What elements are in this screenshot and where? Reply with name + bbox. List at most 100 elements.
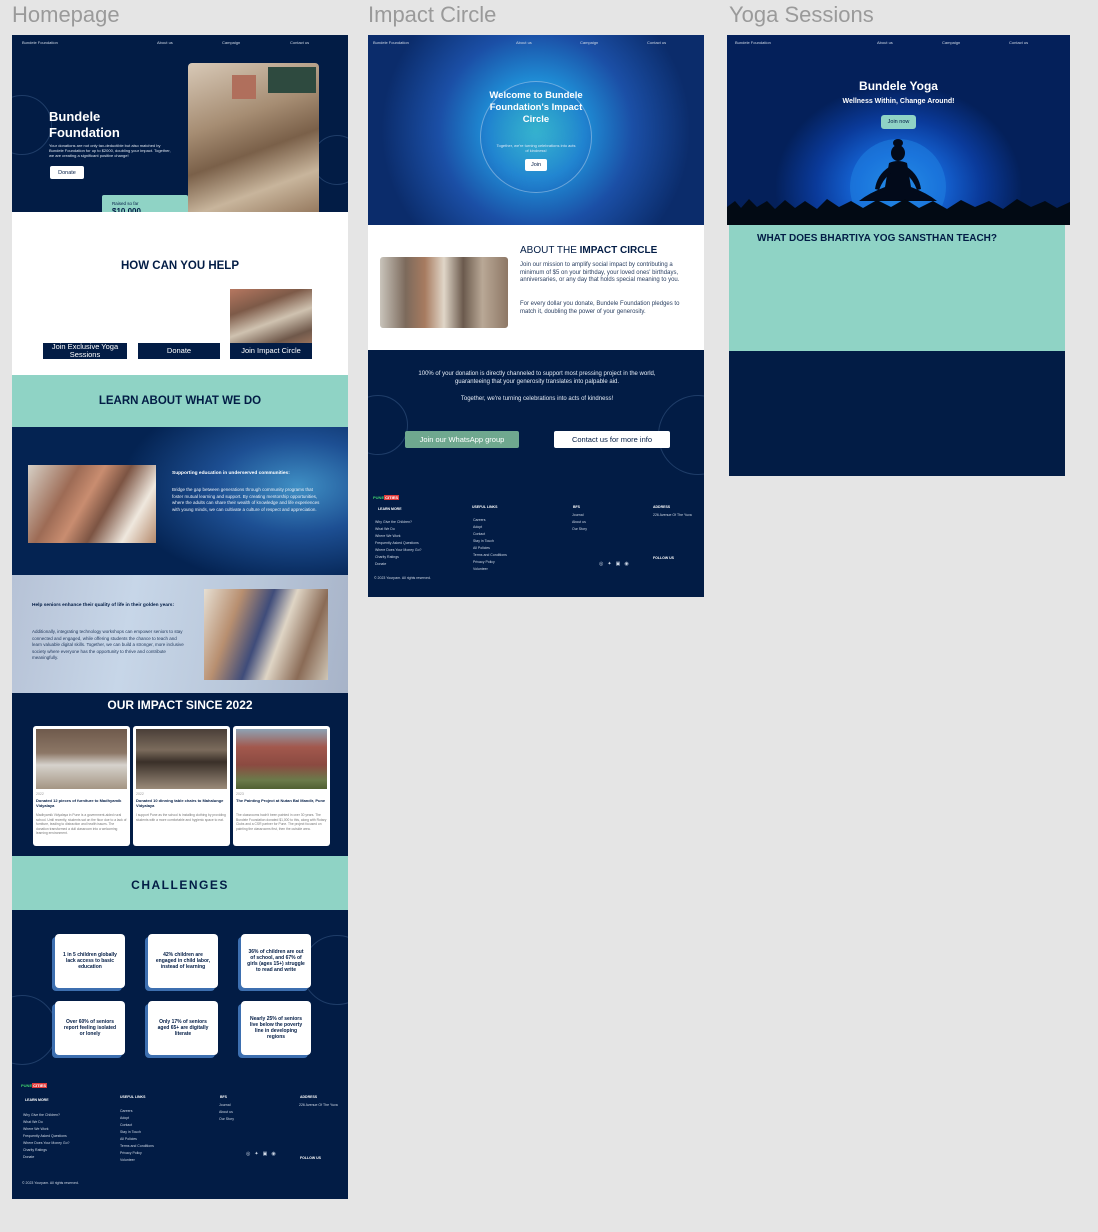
footer: PUNECITIES LEARN MORE Why Give the Child… [12, 1079, 348, 1199]
footer-bfs-heading: BFS [573, 505, 580, 509]
frame-label-impact-circle: Impact Circle [368, 2, 497, 27]
footer-link[interactable]: Journal [219, 1103, 230, 1107]
frame-label-yoga-sessions: Yoga Sessions [729, 2, 874, 27]
footer-link[interactable]: Where We Work [375, 534, 401, 538]
challenge-card: Only 17% of seniors aged 65+ are digital… [148, 1001, 218, 1055]
join-impact-circle-button[interactable]: Join Impact Circle [230, 343, 312, 359]
footer-link[interactable]: Privacy Policy [473, 560, 495, 564]
impact-card[interactable]: 2022 Donated 12 pieces of furniture to M… [33, 726, 130, 846]
hero-classroom-photo [188, 63, 319, 221]
footer-link[interactable]: Charity Ratings [375, 555, 399, 559]
twitter-icon[interactable]: ✦ [607, 561, 615, 567]
footer-social-icons: ◎✦▣◉ [246, 1151, 280, 1157]
footer-link[interactable]: Adopt [473, 525, 482, 529]
footer-link[interactable]: Contact [120, 1123, 132, 1127]
footer-link[interactable]: Where We Work [23, 1127, 49, 1131]
nav-about[interactable]: About us [877, 40, 893, 45]
footer-logo-red: CITIES [32, 1083, 48, 1088]
join-impact-label: Join Impact Circle [241, 346, 301, 355]
footer-link[interactable]: Privacy Policy [120, 1151, 142, 1155]
nav-campaign[interactable]: Campaign [942, 40, 960, 45]
footer-logo-green: PUNE [21, 1083, 33, 1088]
education-title: Supporting education in underserved comm… [172, 471, 290, 476]
footer-link[interactable]: Contact [473, 532, 485, 536]
footer-link[interactable]: Donate [23, 1155, 34, 1159]
challenge-card: 36% of children are out of school, and 6… [241, 934, 311, 988]
footer-link[interactable]: About us [572, 520, 586, 524]
footer-link[interactable]: Charity Ratings [23, 1148, 47, 1152]
nav-contact[interactable]: Contact us [647, 40, 666, 45]
footer-link[interactable]: Frequently Asked Questions [375, 541, 419, 545]
footer-link[interactable]: What We Do [23, 1120, 43, 1124]
footer-link[interactable]: Our Story [572, 527, 587, 531]
impact-card-text: Madhyamik Vidyalaya in Pune is a governm… [36, 813, 127, 835]
footer-link[interactable]: Careers [473, 518, 485, 522]
facebook-icon[interactable]: ◉ [271, 1151, 279, 1157]
footer-link[interactable]: Careers [120, 1109, 132, 1113]
footer-link[interactable]: Our Story [219, 1117, 234, 1121]
footer-link[interactable]: Stay in Touch [120, 1130, 141, 1134]
footer-link[interactable]: Adopt [120, 1116, 129, 1120]
join-yoga-button[interactable]: Join Exclusive Yoga Sessions [43, 343, 127, 359]
challenge-text: 42% children are engaged in child labor,… [155, 952, 211, 970]
nav-brand[interactable]: Bundele Foundation [22, 40, 58, 45]
join-yoga-label: Join Exclusive Yoga Sessions [51, 342, 119, 359]
footer-link[interactable]: Frequently Asked Questions [23, 1134, 67, 1138]
footer-link[interactable]: Why Give the Children? [23, 1113, 60, 1117]
impact-hero: Bundele Foundation About us Campaign Con… [368, 35, 704, 225]
facebook-icon[interactable]: ◉ [624, 561, 632, 567]
impact-card-title: The Painting Project at Nutan Bal Mandir… [236, 798, 326, 803]
impact-join-button[interactable]: Join [525, 159, 547, 171]
hero-text: Your donations are not only tax-deductib… [49, 143, 171, 159]
impact-card[interactable]: 2023 The Painting Project at Nutan Bal M… [233, 726, 330, 846]
footer-link[interactable]: All Policies [120, 1137, 137, 1141]
footer-link[interactable]: Terms and Conditions [120, 1144, 154, 1148]
seniors-text: Additionally, integrating technology wor… [32, 629, 184, 661]
nav-campaign[interactable]: Campaign [222, 40, 240, 45]
footer-link[interactable]: About us [219, 1110, 233, 1114]
footer: PUNECITIES LEARN MORE Why Give the Child… [368, 493, 704, 597]
top-nav: Bundele Foundation About us Campaign Con… [368, 35, 704, 49]
footer-link[interactable]: Why Give the Children? [375, 520, 412, 524]
about-impact-p1: Join our mission to amplify social impac… [520, 262, 680, 284]
nav-contact[interactable]: Contact us [290, 40, 309, 45]
footer-logo-green: PUNE [373, 495, 385, 500]
footer-link[interactable]: All Policies [473, 546, 490, 550]
about-impact-section: ABOUT THE IMPACT CIRCLE Join our mission… [368, 225, 704, 350]
nav-campaign[interactable]: Campaign [580, 40, 598, 45]
education-text: Bridge the gap between generations throu… [172, 487, 320, 512]
learn-title: LEARN ABOUT WHAT WE DO [98, 395, 262, 407]
twitter-icon[interactable]: ✦ [254, 1151, 262, 1157]
footer-link[interactable]: Volunteer [120, 1158, 135, 1162]
help-title: HOW CAN YOU HELP [121, 260, 239, 272]
footer-link[interactable]: Journal [572, 513, 583, 517]
nav-brand[interactable]: Bundele Foundation [373, 40, 409, 45]
footer-link[interactable]: Stay in Touch [473, 539, 494, 543]
impact-title: OUR IMPACT SINCE 2022 [107, 698, 253, 712]
help-section: HOW CAN YOU HELP Join Exclusive Yoga Ses… [12, 212, 348, 375]
footer-copyright: © 2023 Yourpam. All rights reserved. [374, 576, 431, 580]
whatsapp-group-button[interactable]: Join our WhatsApp group [405, 431, 519, 448]
contact-more-button[interactable]: Contact us for more info [554, 431, 670, 448]
decor-ring [368, 395, 408, 455]
footer-link[interactable]: What We Do [375, 527, 395, 531]
footer-link[interactable]: Where Does Your Money Go? [375, 548, 422, 552]
footer-link[interactable]: Where Does Your Money Go? [23, 1141, 70, 1145]
nav-brand[interactable]: Bundele Foundation [735, 40, 771, 45]
footer-useful-heading: USEFUL LINKS [472, 505, 498, 509]
help-donate-button[interactable]: Donate [138, 343, 220, 359]
footer-link[interactable]: Donate [375, 562, 386, 566]
instagram-icon[interactable]: ▣ [616, 561, 625, 567]
nav-about[interactable]: About us [516, 40, 532, 45]
about-impact-p2: For every dollar you donate, Bundele Fou… [520, 301, 680, 315]
footer-bfs-heading: BFS [220, 1095, 227, 1099]
footer-link[interactable]: Terms and Conditions [473, 553, 507, 557]
yoga-join-now-button[interactable]: Join now [881, 115, 916, 129]
nav-contact[interactable]: Contact us [1009, 40, 1028, 45]
impact-card[interactable]: 2022 Donated 10 dinning table chairs to … [133, 726, 230, 846]
footer-link[interactable]: Volunteer [473, 567, 488, 571]
hero-donate-button[interactable]: Donate [50, 166, 84, 179]
instagram-icon[interactable]: ▣ [263, 1151, 272, 1157]
nav-about[interactable]: About us [157, 40, 173, 45]
photo-detail [268, 67, 316, 93]
